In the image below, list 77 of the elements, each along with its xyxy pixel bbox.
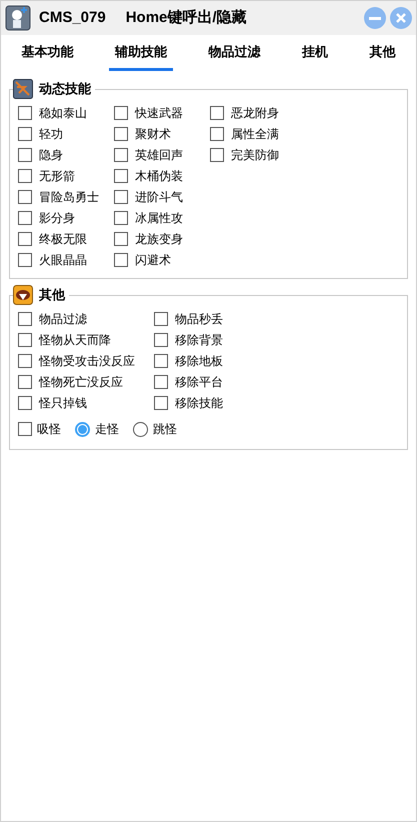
checkbox[interactable]: [154, 332, 168, 346]
option-label: 终极无限: [39, 230, 87, 248]
group-title: 动态技能: [39, 80, 91, 98]
option-label: 英雄回声: [135, 146, 183, 164]
checkbox[interactable]: [154, 396, 168, 410]
checkbox[interactable]: [18, 354, 32, 368]
option-label: 移除平台: [175, 374, 223, 390]
option-label: 怪物死亡没反应: [39, 374, 123, 390]
option-label: 恶龙附身: [231, 104, 279, 122]
option-label: 物品秒丢: [175, 310, 223, 328]
robot-icon: [5, 5, 31, 31]
option-label: 隐身: [39, 146, 63, 164]
option-label: 火眼晶晶: [39, 252, 87, 268]
sword-icon: [13, 79, 33, 99]
option-label: 物品过滤: [39, 310, 87, 328]
option-label: 冰属性攻: [135, 210, 183, 226]
tab[interactable]: 基本功能: [16, 35, 80, 71]
option-label: 冒险岛勇士: [39, 188, 99, 206]
option-label: 快速武器: [135, 104, 183, 122]
checkbox[interactable]: [114, 190, 128, 204]
checkbox[interactable]: [18, 252, 32, 266]
option-label: 怪物从天而降: [39, 332, 111, 348]
checkbox[interactable]: [18, 106, 32, 120]
checkbox[interactable]: [18, 312, 32, 326]
option-label: 稳如泰山: [39, 104, 87, 122]
checkbox[interactable]: [114, 106, 128, 120]
checkbox[interactable]: [154, 312, 168, 326]
option-label: 进阶斗气: [135, 188, 183, 206]
checkbox[interactable]: [154, 374, 168, 388]
checkbox[interactable]: [18, 126, 32, 140]
option-label: 影分身: [39, 210, 75, 226]
checkbox[interactable]: [18, 422, 32, 436]
checkbox[interactable]: [210, 126, 224, 140]
window-hint: Home键呼出/隐藏: [126, 8, 247, 28]
minimize-icon: [369, 16, 381, 20]
group-title: 其他: [39, 286, 65, 304]
checkbox[interactable]: [18, 232, 32, 246]
option-label: 轻功: [39, 126, 63, 142]
option-label: 移除技能: [175, 394, 223, 412]
close-icon: [396, 13, 406, 23]
checkbox[interactable]: [18, 168, 32, 182]
checkbox[interactable]: [154, 354, 168, 368]
checkbox[interactable]: [210, 148, 224, 162]
option-label: 闪避术: [135, 252, 171, 268]
checkbox[interactable]: [18, 396, 32, 410]
tab[interactable]: 挂机: [296, 35, 334, 71]
checkbox[interactable]: [114, 126, 128, 140]
tab[interactable]: 物品过滤: [202, 35, 266, 71]
option-label: 怪只掉钱: [39, 394, 87, 412]
option-label: 移除背景: [175, 332, 223, 348]
tab[interactable]: 辅助技能: [109, 35, 174, 71]
radio-button[interactable]: [133, 422, 148, 436]
checkbox[interactable]: [18, 332, 32, 346]
option-label: 木桶伪装: [135, 168, 183, 184]
checkbox[interactable]: [114, 232, 128, 246]
checkbox[interactable]: [114, 210, 128, 224]
option-label: 完美防御: [231, 146, 279, 164]
option-label: 怪物受攻击没反应: [39, 352, 135, 370]
checkbox[interactable]: [114, 148, 128, 162]
option-label: 属性全满: [231, 126, 279, 142]
checkbox[interactable]: [18, 210, 32, 224]
checkbox[interactable]: [18, 374, 32, 388]
option-label: 无形箭: [39, 168, 75, 184]
checkbox[interactable]: [210, 106, 224, 120]
radio-button[interactable]: [75, 422, 90, 436]
window-title: CMS_079: [39, 8, 106, 28]
checkbox[interactable]: [18, 148, 32, 162]
option-label: 吸怪: [37, 421, 61, 438]
tab[interactable]: 其他: [363, 35, 402, 71]
option-label: 移除地板: [175, 352, 223, 370]
checkbox[interactable]: [114, 252, 128, 266]
option-label: 走怪: [95, 421, 119, 438]
checkbox[interactable]: [114, 168, 128, 182]
option-label: 龙族变身: [135, 230, 183, 248]
option-label: 跳怪: [153, 421, 177, 438]
checkbox[interactable]: [18, 190, 32, 204]
option-label: 聚财术: [135, 126, 171, 142]
